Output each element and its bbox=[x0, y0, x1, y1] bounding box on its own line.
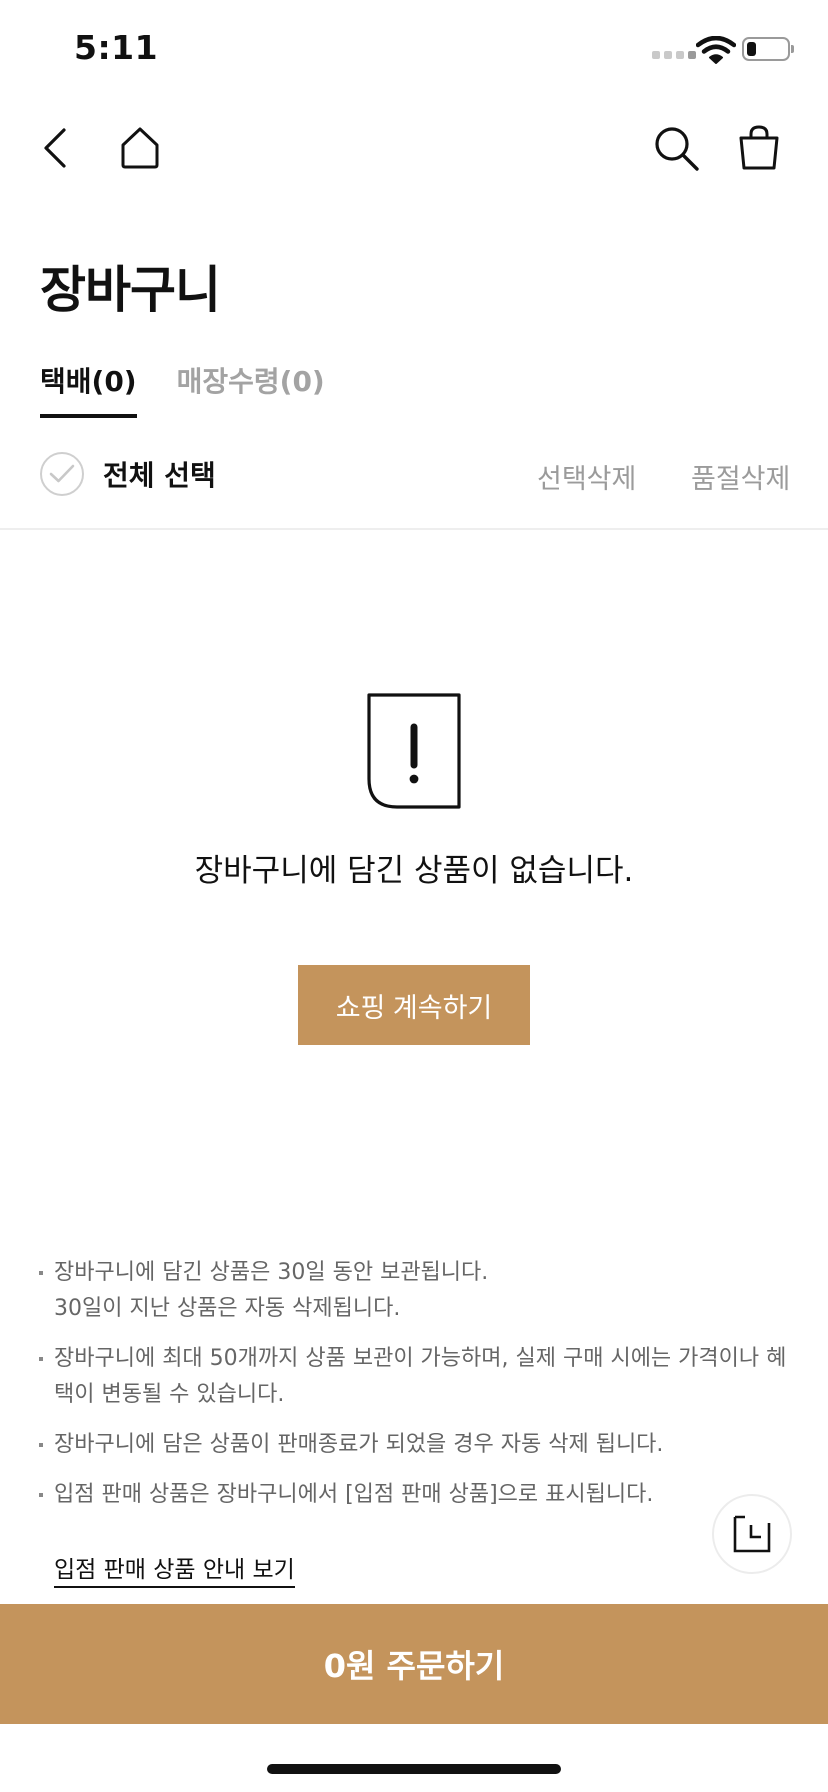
partner-product-guide-link[interactable]: 입점 판매 상품 안내 보기 bbox=[54, 1550, 295, 1588]
back-button[interactable] bbox=[32, 124, 80, 172]
page-title: 장바구니 bbox=[40, 261, 221, 319]
search-button[interactable] bbox=[652, 124, 700, 172]
chevron-left-icon bbox=[44, 128, 66, 168]
tab-store-pickup[interactable]: 매장수령(0) bbox=[177, 360, 325, 418]
delete-selected-button[interactable]: 선택삭제 bbox=[537, 457, 636, 496]
select-all-label[interactable]: 전체 선택 bbox=[103, 454, 216, 494]
tab-delivery[interactable]: 택배(0) bbox=[40, 360, 137, 418]
cart-tabs: 택배(0) 매장수령(0) bbox=[40, 360, 325, 418]
checkmark-icon bbox=[49, 464, 75, 483]
home-indicator bbox=[267, 1764, 561, 1774]
notice-item: 장바구니에 담긴 상품은 30일 동안 보관됩니다. 30일이 지난 상품은 자… bbox=[38, 1255, 788, 1327]
status-time: 5:11 bbox=[74, 28, 159, 67]
corner-frame-icon bbox=[733, 1515, 771, 1553]
wifi-icon bbox=[696, 36, 736, 64]
empty-cart-message: 장바구니에 담긴 상품이 없습니다. bbox=[194, 853, 634, 889]
notice-line: 택이 변동될 수 있습니다. bbox=[54, 1382, 285, 1407]
cellular-signal-icon bbox=[652, 51, 696, 59]
notice-item: 장바구니에 최대 50개까지 상품 보관이 가능하며, 실제 구매 시에는 가격… bbox=[38, 1341, 788, 1413]
cart-notice-list: 장바구니에 담긴 상품은 30일 동안 보관됩니다. 30일이 지난 상품은 자… bbox=[38, 1255, 788, 1527]
shopping-bag-icon bbox=[739, 125, 779, 170]
cart-button[interactable] bbox=[735, 124, 783, 172]
delete-soldout-button[interactable]: 품절삭제 bbox=[691, 457, 790, 496]
order-button[interactable]: 0원 주문하기 bbox=[0, 1604, 828, 1724]
exclamation-icon bbox=[367, 693, 461, 809]
notice-item: 입점 판매 상품은 장바구니에서 [입점 판매 상품]으로 표시됩니다. bbox=[38, 1477, 788, 1513]
selection-toolbar: 전체 선택 선택삭제 품절삭제 bbox=[0, 440, 828, 530]
home-button[interactable] bbox=[116, 124, 164, 172]
status-bar: 5:11 bbox=[0, 0, 828, 100]
notice-line: 장바구니에 최대 50개까지 상품 보관이 가능하며, 실제 구매 시에는 가격… bbox=[54, 1346, 787, 1371]
notice-item: 장바구니에 담은 상품이 판매종료가 되었을 경우 자동 삭제 됩니다. bbox=[38, 1427, 788, 1463]
notice-line: 30일이 지난 상품은 자동 삭제됩니다. bbox=[54, 1296, 401, 1321]
select-all-checkbox[interactable] bbox=[40, 452, 84, 496]
notice-line: 입점 판매 상품은 장바구니에서 [입점 판매 상품]으로 표시됩니다. bbox=[54, 1482, 654, 1507]
search-icon bbox=[655, 127, 699, 171]
battery-level bbox=[747, 42, 756, 56]
recent-view-button[interactable] bbox=[712, 1494, 792, 1574]
notice-line: 장바구니에 담긴 상품은 30일 동안 보관됩니다. bbox=[54, 1260, 489, 1285]
continue-shopping-button[interactable]: 쇼핑 계속하기 bbox=[298, 965, 530, 1045]
notice-line: 장바구니에 담은 상품이 판매종료가 되었을 경우 자동 삭제 됩니다. bbox=[54, 1432, 664, 1457]
battery-cap bbox=[791, 45, 794, 53]
battery-icon bbox=[742, 37, 790, 61]
home-icon bbox=[121, 127, 159, 169]
